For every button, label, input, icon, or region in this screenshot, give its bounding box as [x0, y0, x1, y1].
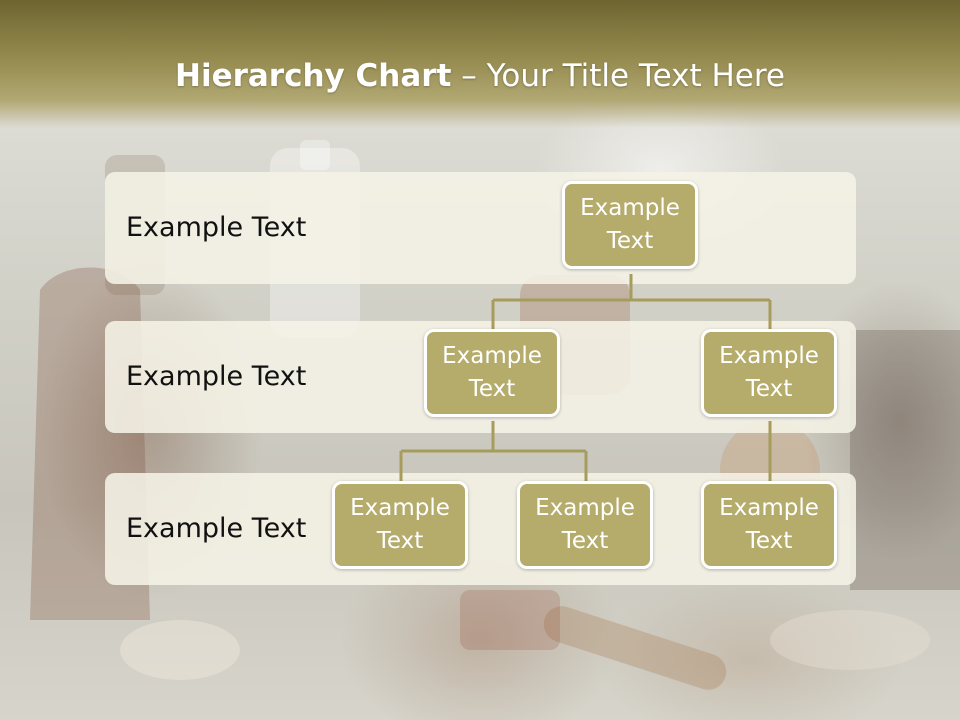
node-mid-left-text: Example Text — [442, 343, 542, 402]
connector-root — [491, 274, 772, 330]
node-leaf-3-text: Example Text — [719, 495, 819, 554]
node-leaf-2[interactable]: Example Text — [517, 481, 653, 569]
node-leaf-2-text: Example Text — [535, 495, 635, 554]
node-root-text: Example Text — [580, 195, 680, 254]
node-mid-right-text: Example Text — [719, 343, 819, 402]
node-root[interactable]: Example Text — [562, 181, 698, 269]
slide: Hierarchy Chart – Your Title Text Here E… — [0, 0, 960, 720]
node-mid-left[interactable]: Example Text — [424, 329, 560, 417]
node-leaf-1-text: Example Text — [350, 495, 450, 554]
connector-mid-left — [399, 421, 588, 482]
node-mid-right[interactable]: Example Text — [701, 329, 837, 417]
node-leaf-1[interactable]: Example Text — [332, 481, 468, 569]
node-leaf-3[interactable]: Example Text — [701, 481, 837, 569]
